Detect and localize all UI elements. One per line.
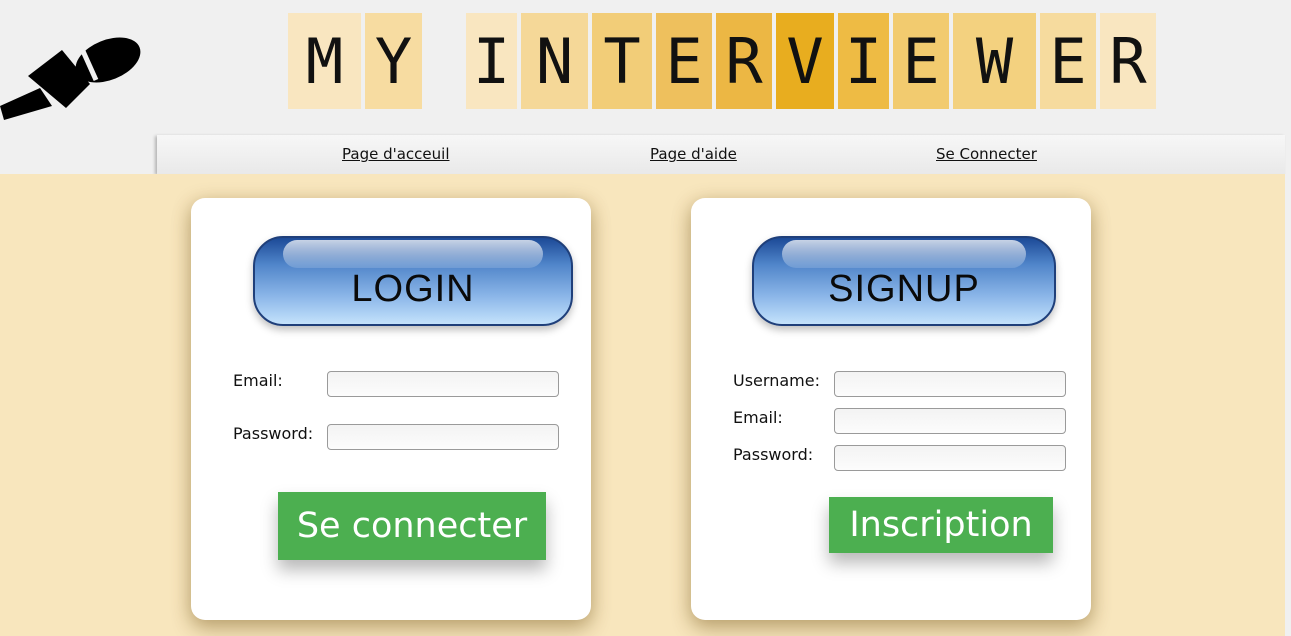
signup-submit-button[interactable]: Inscription <box>829 497 1053 553</box>
login-email-input[interactable] <box>327 371 559 397</box>
login-password-label: Password: <box>233 424 314 443</box>
signup-banner-label: SIGNUP <box>828 268 980 310</box>
banner-shine <box>782 240 1026 268</box>
signup-card: SIGNUP Username: Email: Password: Inscri… <box>691 198 1091 620</box>
title-letter: E <box>1040 13 1096 109</box>
login-banner: LOGIN <box>253 236 573 326</box>
page-edge <box>1285 174 1291 636</box>
signup-password-label: Password: <box>733 445 814 464</box>
signup-password-input[interactable] <box>834 445 1066 471</box>
login-submit-button[interactable]: Se connecter <box>278 492 546 560</box>
login-card: LOGIN Email: Password: Se connecter <box>191 198 591 620</box>
title-letter: I <box>838 13 889 109</box>
title-letter: N <box>521 13 588 109</box>
title-letter: Y <box>365 13 422 109</box>
nav-link-home[interactable]: Page d'acceuil <box>342 145 449 163</box>
main-nav: Page d'acceuil Page d'aide Se Connecter <box>157 135 1285 174</box>
title-letter: I <box>466 13 517 109</box>
title-letter: T <box>592 13 652 109</box>
title-letter: R <box>1100 13 1156 109</box>
nav-link-help[interactable]: Page d'aide <box>650 145 737 163</box>
title-letter: R <box>716 13 772 109</box>
login-password-input[interactable] <box>327 424 559 450</box>
microphone-icon <box>0 37 141 120</box>
main-content: LOGIN Email: Password: Se connecter SIGN… <box>0 174 1285 636</box>
login-banner-label: LOGIN <box>351 268 475 310</box>
banner-shine <box>283 240 543 268</box>
signup-banner: SIGNUP <box>752 236 1056 326</box>
signup-email-label: Email: <box>733 408 783 427</box>
login-email-label: Email: <box>233 371 283 390</box>
title-letter: E <box>656 13 712 109</box>
title-letter: W <box>953 13 1036 109</box>
title-letter: M <box>288 13 361 109</box>
signup-username-label: Username: <box>733 371 820 390</box>
signup-username-input[interactable] <box>834 371 1066 397</box>
signup-email-input[interactable] <box>834 408 1066 434</box>
site-header: M Y I N T E R V I E W E R Page d'acceuil… <box>0 0 1291 174</box>
title-letter: V <box>776 13 834 109</box>
title-letter: E <box>893 13 949 109</box>
nav-link-login[interactable]: Se Connecter <box>936 145 1037 163</box>
